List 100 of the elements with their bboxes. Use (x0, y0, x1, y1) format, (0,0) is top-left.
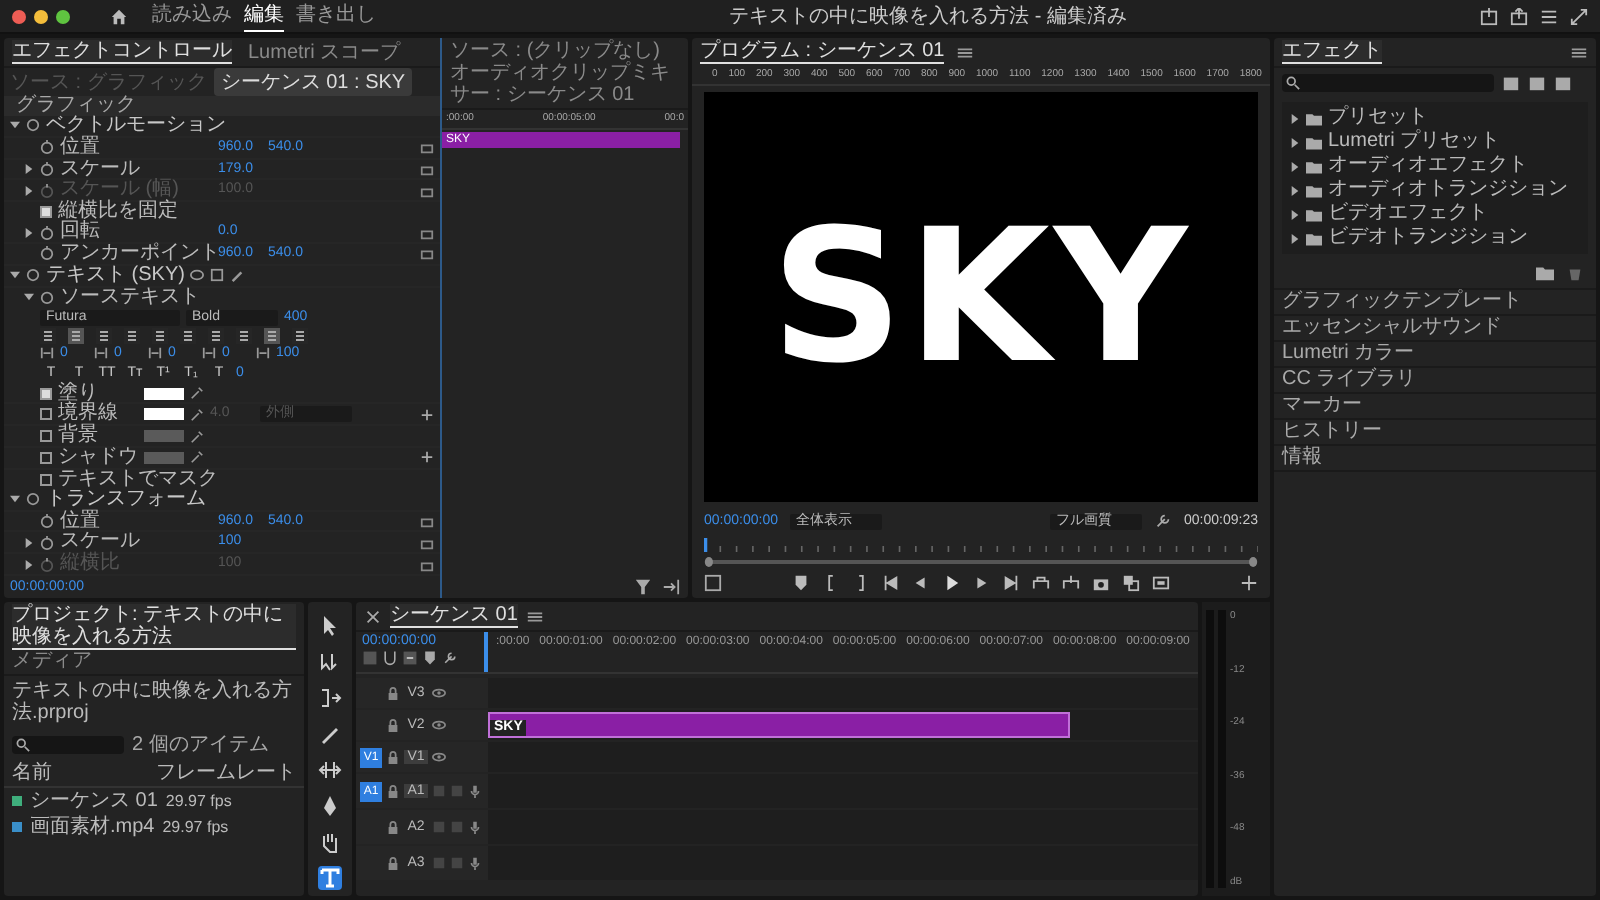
align-icon[interactable] (40, 327, 56, 344)
menu-icon[interactable] (956, 43, 975, 61)
slip-tool-icon[interactable] (318, 758, 342, 782)
razor-tool-icon[interactable] (318, 722, 342, 746)
panel-tab[interactable]: ソース : (クリップなし) (450, 40, 660, 62)
close-window-button[interactable] (12, 9, 26, 23)
fullscreen-icon[interactable] (1570, 7, 1588, 25)
twirl-icon[interactable] (24, 292, 34, 303)
pen-tool-icon[interactable] (318, 794, 342, 818)
rectangle-icon[interactable] (210, 268, 225, 283)
color-swatch[interactable] (144, 430, 184, 443)
workspace-tab[interactable]: 書き出し (296, 2, 376, 30)
hand-tool-icon[interactable] (318, 830, 342, 854)
checkbox[interactable] (40, 451, 52, 464)
color-swatch[interactable] (144, 451, 184, 464)
item-name[interactable]: シーケンス 01 (30, 790, 158, 812)
twirl-icon[interactable] (1290, 161, 1300, 171)
minimize-window-button[interactable] (34, 9, 48, 23)
microphone-icon[interactable] (468, 856, 482, 870)
align-icon[interactable] (292, 327, 308, 344)
menu-icon[interactable] (1540, 7, 1558, 25)
stopwatch-icon[interactable] (40, 535, 54, 550)
twirl-icon[interactable] (10, 494, 20, 505)
stopwatch-icon[interactable] (40, 514, 54, 528)
twirl-icon[interactable] (10, 270, 20, 281)
search-field[interactable] (12, 735, 124, 753)
column-header[interactable]: フレームレート (156, 762, 296, 784)
eye-icon[interactable] (432, 718, 446, 732)
lock-icon[interactable] (386, 856, 400, 870)
trash-icon[interactable] (1566, 264, 1584, 282)
stopwatch-icon[interactable] (40, 246, 54, 261)
folder-name[interactable]: オーディオトランジション (1328, 178, 1568, 202)
collapsed-panel[interactable]: Lumetri カラー (1274, 340, 1596, 366)
twirl-icon[interactable] (10, 120, 20, 131)
stopwatch-icon[interactable] (40, 225, 54, 240)
align-icon[interactable] (68, 327, 84, 344)
lock-icon[interactable] (386, 820, 400, 834)
export-icon[interactable] (662, 578, 680, 596)
collapsed-panel[interactable]: ヒストリー (1274, 418, 1596, 444)
panel-tab[interactable]: オーディオクリップミキサー : シーケンス 01 (450, 62, 680, 106)
workspace-tab[interactable]: 編集 (244, 1, 284, 31)
step-back-icon[interactable] (912, 574, 930, 592)
export-icon[interactable] (1510, 7, 1528, 25)
lock-icon[interactable] (386, 686, 400, 700)
home-icon[interactable] (110, 7, 128, 25)
menu-icon[interactable] (1570, 43, 1588, 61)
plus-icon[interactable] (1240, 574, 1258, 592)
play-icon[interactable] (942, 574, 960, 592)
align-icon[interactable] (124, 327, 140, 344)
panel-tab[interactable]: Lumetri スコープ (248, 41, 401, 63)
checkbox[interactable] (40, 408, 52, 421)
align-icon[interactable] (264, 327, 280, 344)
folder-name[interactable]: Lumetri プリセット (1328, 130, 1501, 154)
panel-tab[interactable]: プロジェクト: テキストの中に映像を入れる方法 (12, 604, 296, 650)
panel-tab[interactable]: プログラム : シーケンス 01 (700, 40, 945, 64)
folder-name[interactable]: ビデオトランジション (1328, 226, 1528, 250)
twirl-icon[interactable] (1290, 233, 1300, 243)
collapsed-panel[interactable]: グラフィックテンプレート (1274, 288, 1596, 314)
fx-icon[interactable] (26, 118, 40, 133)
align-icon[interactable] (180, 327, 196, 344)
collapsed-panel[interactable]: 情報 (1274, 444, 1596, 470)
close-icon[interactable] (364, 607, 382, 625)
twirl-icon[interactable] (24, 227, 34, 238)
stopwatch-icon[interactable] (40, 140, 54, 155)
menu-icon[interactable] (525, 607, 544, 625)
snap-icon[interactable] (382, 650, 398, 666)
align-icon[interactable] (208, 327, 224, 344)
fx-icon[interactable] (26, 268, 40, 283)
align-icon[interactable] (152, 327, 168, 344)
overwrite-icon[interactable] (1062, 574, 1080, 592)
safe-margins-icon[interactable] (1152, 574, 1170, 592)
pen-icon[interactable] (230, 268, 245, 283)
eye-icon[interactable] (432, 750, 446, 764)
collapsed-panel[interactable]: マーカー (1274, 392, 1596, 418)
filter-icon[interactable] (634, 578, 652, 596)
checkbox[interactable] (40, 430, 52, 443)
collapsed-panel[interactable]: エッセンシャルサウンド (1274, 314, 1596, 340)
eyedropper-icon[interactable] (190, 450, 204, 465)
step-forward-icon[interactable] (972, 574, 990, 592)
panel-tab[interactable]: エフェクトコントロール (12, 40, 232, 64)
panel-tab[interactable]: メディア (12, 650, 92, 672)
type-tool-icon[interactable] (318, 866, 342, 890)
twirl-icon[interactable] (1290, 113, 1300, 123)
checkbox[interactable] (40, 473, 52, 486)
compare-icon[interactable] (1122, 574, 1140, 592)
folder-name[interactable]: プリセット (1328, 106, 1428, 130)
stopwatch-icon[interactable] (40, 161, 54, 176)
color-swatch[interactable] (144, 408, 184, 421)
twirl-icon[interactable] (1290, 137, 1300, 147)
share-icon[interactable] (1480, 7, 1498, 25)
eyedropper-icon[interactable] (190, 386, 204, 401)
checkbox[interactable] (40, 206, 52, 219)
plus-icon[interactable] (420, 450, 434, 465)
zoom-window-button[interactable] (56, 9, 70, 23)
microphone-icon[interactable] (468, 820, 482, 834)
checkbox[interactable] (40, 387, 52, 400)
camera-icon[interactable] (1092, 574, 1110, 592)
microphone-icon[interactable] (468, 784, 482, 798)
go-to-out-icon[interactable] (1002, 574, 1020, 592)
lock-icon[interactable] (386, 784, 400, 798)
